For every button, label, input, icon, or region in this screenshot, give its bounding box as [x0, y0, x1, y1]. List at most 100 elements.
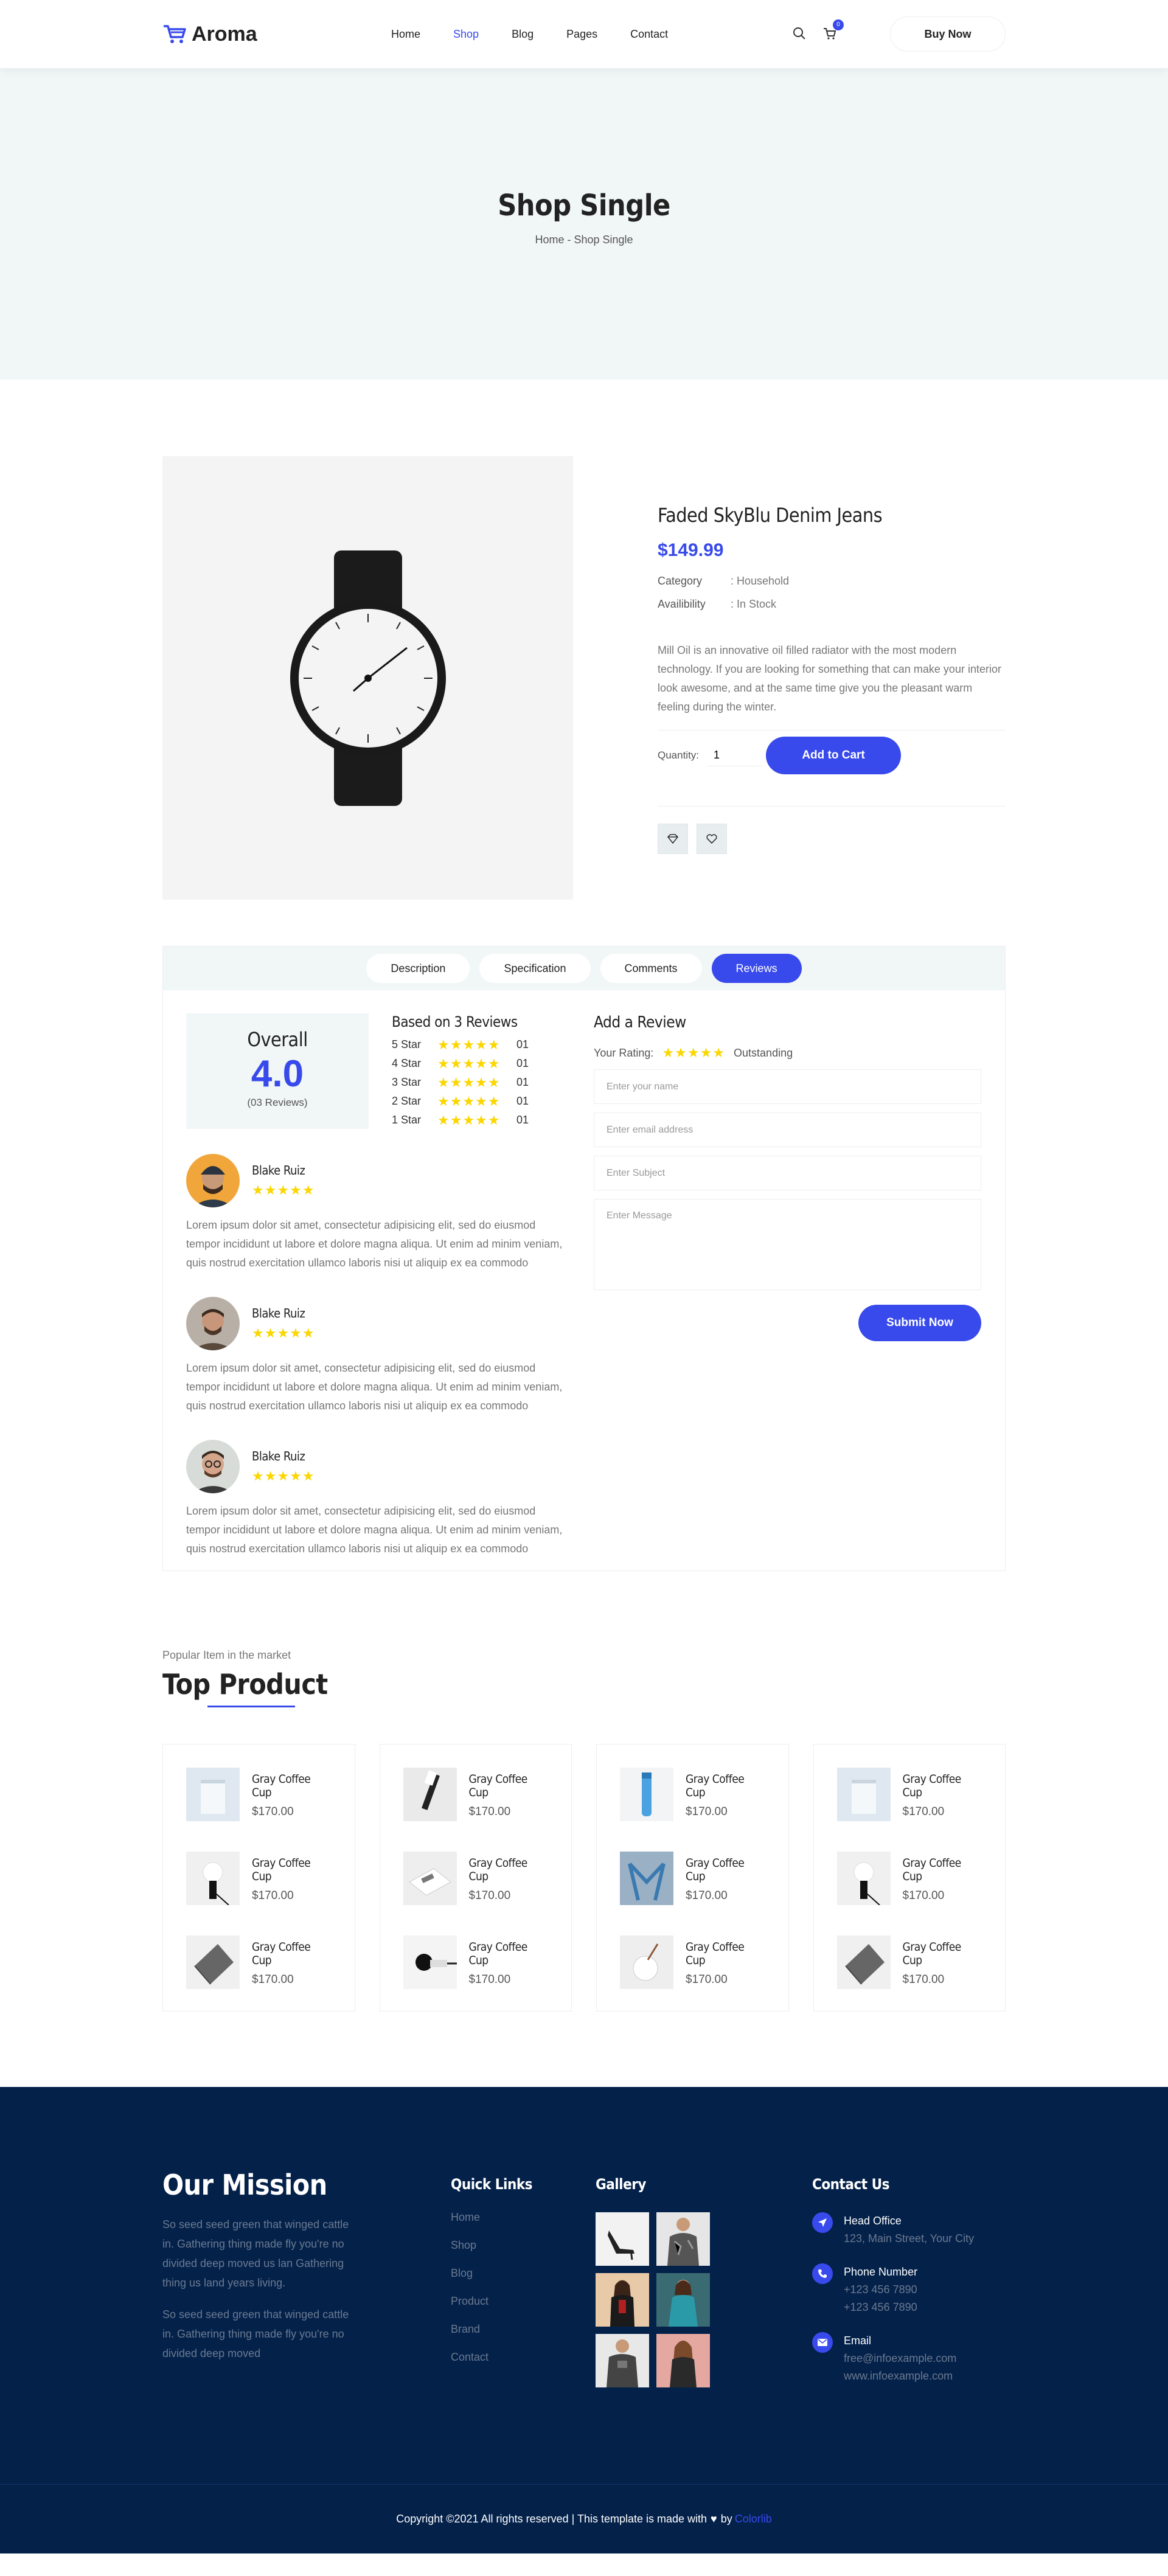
reviewer-name: Blake Ruiz: [252, 1306, 305, 1321]
product-item-name[interactable]: Gray Coffee Cup: [903, 1856, 982, 1883]
product-list-item[interactable]: Gray Coffee Cup $170.00: [403, 1852, 549, 1905]
product-item-name[interactable]: Gray Coffee Cup: [252, 1856, 332, 1883]
product-thumbnail[interactable]: [836, 1852, 891, 1905]
product-thumbnail[interactable]: [620, 1935, 673, 1989]
reviewer-name: Blake Ruiz: [252, 1449, 305, 1463]
footer-link-home[interactable]: Home: [451, 2211, 596, 2239]
product-list-item[interactable]: Gray Coffee Cup $170.00: [403, 1768, 549, 1821]
footer-link-blog[interactable]: Blog: [451, 2267, 596, 2295]
nav-contact[interactable]: Contact: [630, 28, 668, 41]
subject-field[interactable]: Enter Subject: [594, 1156, 981, 1190]
nav-home[interactable]: Home: [391, 28, 420, 41]
review-form: Add a Review Your Rating: ★★★★★ Outstand…: [594, 1013, 981, 1558]
product-thumbnail[interactable]: [403, 1768, 457, 1821]
email-field[interactable]: Enter email address: [594, 1113, 981, 1147]
name-field[interactable]: Enter your name: [594, 1069, 981, 1104]
product-list-item[interactable]: Gray Coffee Cup $170.00: [836, 1852, 982, 1905]
product-list-item[interactable]: Gray Coffee Cup $170.00: [836, 1768, 982, 1821]
add-to-cart-button[interactable]: Add to Cart: [766, 737, 902, 774]
product-thumbnail[interactable]: [620, 1768, 673, 1821]
colorlib-link[interactable]: Colorlib: [735, 2513, 772, 2526]
product-thumbnail[interactable]: [403, 1935, 457, 1989]
avatar: [186, 1440, 240, 1493]
product-list-item[interactable]: Gray Coffee Cup $170.00: [186, 1768, 332, 1821]
message-field[interactable]: Enter Message: [594, 1199, 981, 1290]
search-icon[interactable]: [793, 27, 807, 41]
contact-title: Contact Us: [812, 2176, 889, 2193]
tab-description[interactable]: Description: [366, 954, 470, 983]
product-item-name[interactable]: Gray Coffee Cup: [686, 1772, 765, 1799]
product-list-item[interactable]: Gray Coffee Cup $170.00: [620, 1852, 765, 1905]
nav-shop[interactable]: Shop: [453, 28, 479, 41]
product-item-name[interactable]: Gray Coffee Cup: [252, 1772, 332, 1799]
product-thumbnail[interactable]: [403, 1852, 457, 1905]
tab-reviews[interactable]: Reviews: [711, 954, 802, 983]
product-thumbnail[interactable]: [836, 1768, 891, 1821]
rating-row-label: 3 Star: [392, 1076, 422, 1088]
product-list-item[interactable]: Gray Coffee Cup $170.00: [186, 1852, 332, 1905]
product-item-price: $170.00: [686, 1973, 728, 1986]
wishlist-button[interactable]: [697, 824, 727, 854]
reviewer-name: Blake Ruiz: [252, 1163, 305, 1178]
footer-link-shop[interactable]: Shop: [451, 2239, 596, 2267]
product-item-name[interactable]: Gray Coffee Cup: [903, 1940, 982, 1967]
phone-value[interactable]: +123 456 7890: [844, 2301, 917, 2314]
nav-blog[interactable]: Blog: [512, 28, 534, 41]
phone-label: Phone Number: [844, 2266, 918, 2278]
product-list-item[interactable]: Gray Coffee Cup $170.00: [403, 1935, 549, 1989]
tab-comments[interactable]: Comments: [600, 954, 702, 983]
gallery-image[interactable]: [656, 2212, 710, 2266]
heart-icon: ♥: [711, 2513, 717, 2525]
buy-now-button[interactable]: Buy Now: [890, 16, 1006, 52]
logo[interactable]: Aroma: [162, 23, 391, 46]
gallery-image[interactable]: [596, 2273, 649, 2327]
copyright-text: Copyright ©2021 All rights reserved | Th…: [396, 2513, 707, 2525]
product-item-name[interactable]: Gray Coffee Cup: [903, 1772, 982, 1799]
product-thumbnail[interactable]: [186, 1935, 240, 1989]
heart-icon: [706, 834, 717, 844]
footer-link-product[interactable]: Product: [451, 2295, 596, 2323]
gallery-image[interactable]: [596, 2212, 649, 2266]
product-item-name[interactable]: Gray Coffee Cup: [686, 1940, 765, 1967]
product-thumbnail[interactable]: [186, 1852, 240, 1905]
your-rating-row: Your Rating: ★★★★★ Outstanding: [594, 1045, 981, 1061]
product-list-item[interactable]: Gray Coffee Cup $170.00: [620, 1935, 765, 1989]
product-item-price: $170.00: [252, 1805, 294, 1818]
footer-link-brand[interactable]: Brand: [451, 2323, 596, 2351]
head-office-value: 123, Main Street, Your City: [844, 2232, 975, 2244]
cart-icon[interactable]: 0: [823, 19, 844, 41]
product-item-name[interactable]: Gray Coffee Cup: [469, 1940, 549, 1967]
product-thumbnail[interactable]: [620, 1852, 673, 1905]
nav-pages[interactable]: Pages: [566, 28, 597, 41]
product-item-name[interactable]: Gray Coffee Cup: [469, 1856, 549, 1883]
diamond-button[interactable]: [658, 824, 688, 854]
avatar: [186, 1154, 240, 1207]
star-icons: ★★★★★: [252, 1468, 315, 1484]
product-item-name[interactable]: Gray Coffee Cup: [252, 1940, 332, 1967]
diamond-icon: [667, 834, 678, 844]
submit-review-button[interactable]: Submit Now: [858, 1305, 981, 1341]
quantity-input[interactable]: [707, 745, 763, 766]
email-value[interactable]: free@infoexample.com: [844, 2352, 956, 2365]
product-list-item[interactable]: Gray Coffee Cup $170.00: [186, 1935, 332, 1989]
gallery-image[interactable]: [656, 2273, 710, 2327]
product-meta: Category: Household Availibility: In Sto…: [658, 569, 1006, 616]
product-thumbnail[interactable]: [186, 1768, 240, 1821]
tab-specification[interactable]: Specification: [479, 954, 591, 983]
gallery-image[interactable]: [596, 2334, 649, 2387]
product-item-name[interactable]: Gray Coffee Cup: [469, 1772, 549, 1799]
product-list-item[interactable]: Gray Coffee Cup $170.00: [620, 1768, 765, 1821]
footer-link-contact[interactable]: Contact: [451, 2351, 596, 2379]
product-thumbnail[interactable]: [836, 1935, 891, 1989]
gallery-image[interactable]: [656, 2334, 710, 2387]
product-item-name[interactable]: Gray Coffee Cup: [686, 1856, 765, 1883]
website-value[interactable]: www.infoexample.com: [844, 2370, 956, 2383]
category-value[interactable]: : Household: [731, 575, 789, 587]
logo-text: Aroma: [192, 22, 257, 46]
rating-star-icons[interactable]: ★★★★★: [662, 1045, 725, 1061]
phone-value[interactable]: +123 456 7890: [844, 2283, 917, 2296]
breadcrumb-home[interactable]: Home: [535, 234, 564, 246]
product-list-item[interactable]: Gray Coffee Cup $170.00: [836, 1935, 982, 1989]
page-banner: Shop Single Home - Shop Single: [0, 68, 1168, 380]
review-text: Lorem ipsum dolor sit amet, consectetur …: [186, 1505, 563, 1555]
